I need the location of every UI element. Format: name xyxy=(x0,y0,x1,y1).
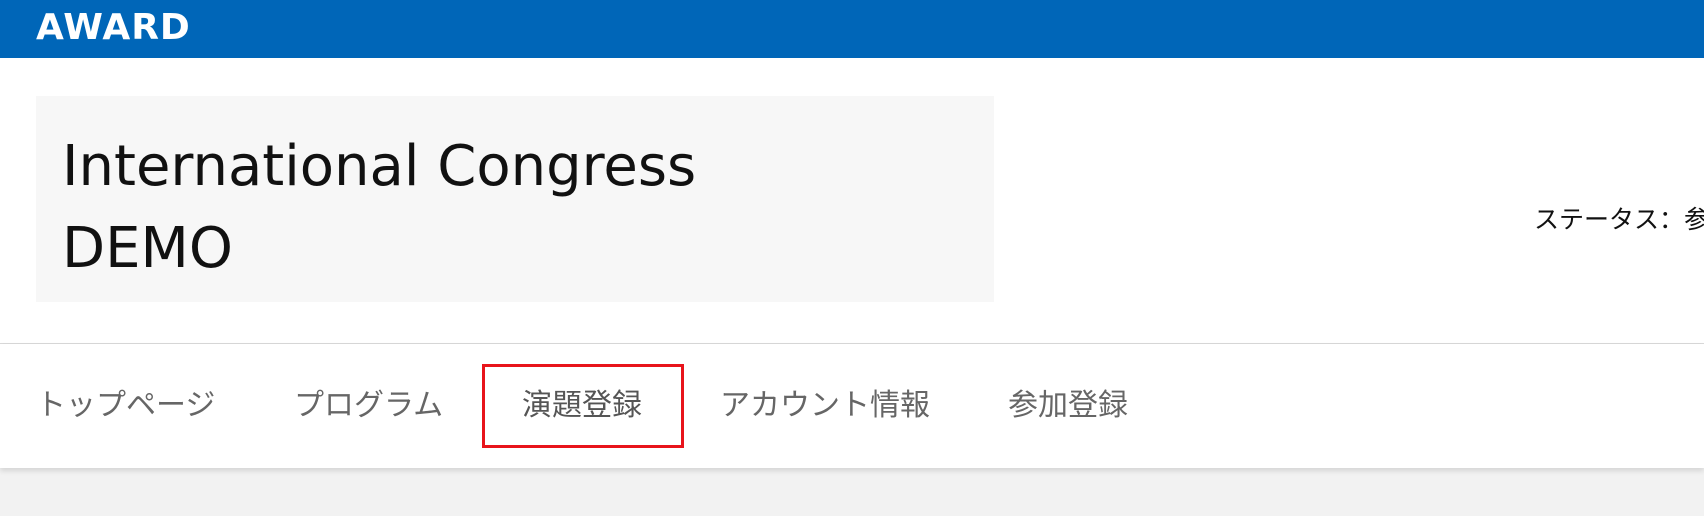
event-title: International Congress DEMO xyxy=(62,134,697,281)
nav-item-account-info[interactable]: アカウント情報 xyxy=(720,344,930,468)
nav-item-registration[interactable]: 参加登録 xyxy=(1008,344,1128,468)
award-logo[interactable]: AWARD xyxy=(36,6,191,50)
nav-item-abstract-submission[interactable]: 演題登録 xyxy=(522,344,642,468)
status-label: ステータス：参 xyxy=(1534,205,1704,234)
nav-item-program[interactable]: プログラム xyxy=(294,344,443,468)
top-bar: AWARD xyxy=(0,0,1704,58)
nav-item-top-page[interactable]: トップページ xyxy=(36,344,215,468)
site-header: International Congress DEMO ステータス：参 xyxy=(0,58,1704,344)
main-nav: トップページ プログラム 演題登録 アカウント情報 参加登録 xyxy=(0,344,1704,468)
event-banner: International Congress DEMO xyxy=(36,96,994,302)
